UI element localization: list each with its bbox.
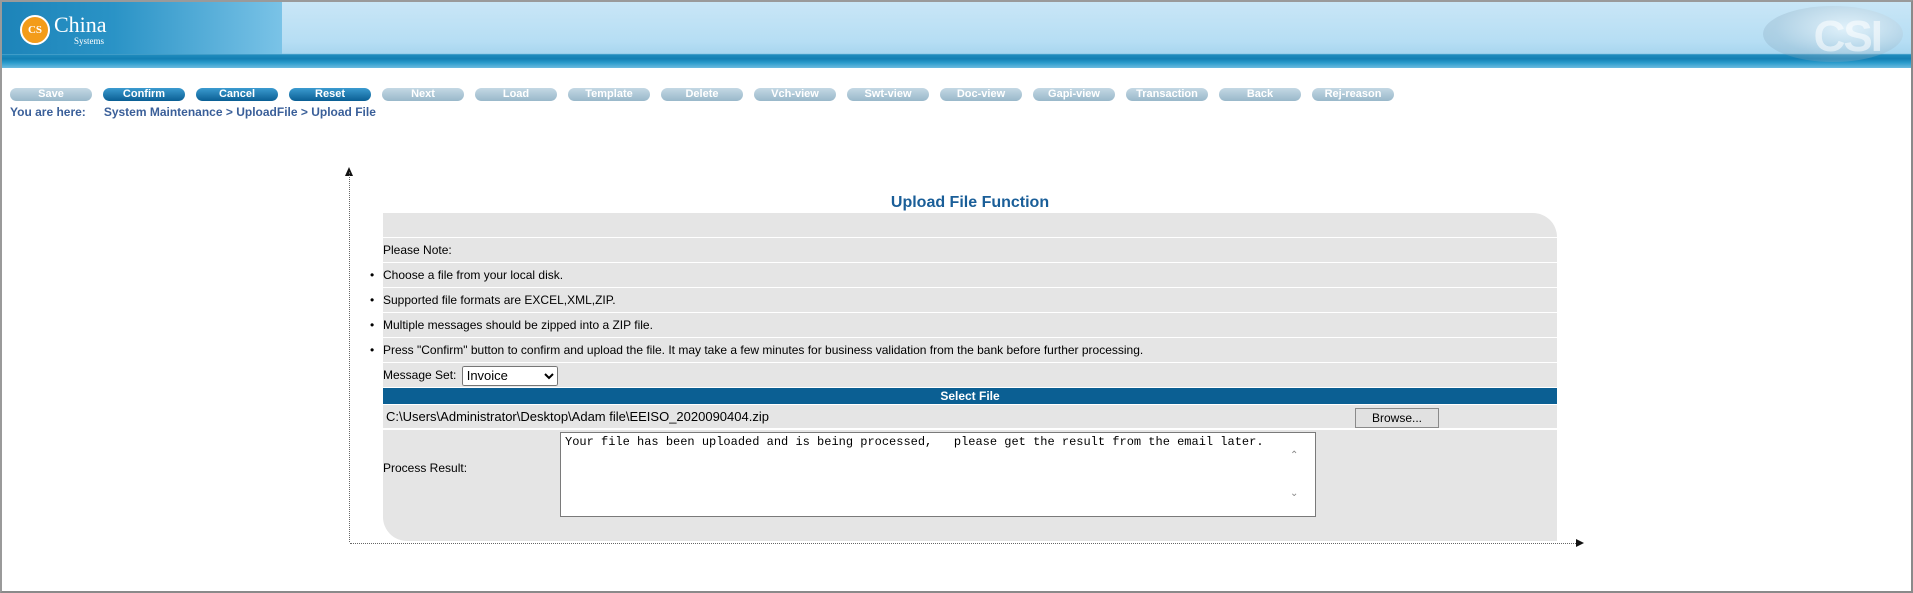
- template-button[interactable]: Template: [568, 88, 650, 101]
- process-result-label: Process Result:: [383, 461, 468, 475]
- panel-top-row: [383, 213, 1557, 237]
- breadcrumb: You are here: System Maintenance > Upload…: [10, 105, 380, 119]
- transaction-button[interactable]: Transaction: [1126, 88, 1208, 101]
- note-row: Multiple messages should be zipped into …: [383, 313, 1557, 337]
- vertical-dotted-guide: [349, 172, 350, 542]
- breadcrumb-prefix: You are here:: [10, 105, 86, 119]
- process-result-row: Process Result: Your file has been uploa…: [383, 430, 1557, 517]
- swt-view-button[interactable]: Swt-view: [847, 88, 929, 101]
- message-set-row: Message Set: Invoice: [383, 363, 1557, 387]
- process-result-textarea[interactable]: Your file has been uploaded and is being…: [560, 432, 1316, 517]
- bullet-icon: •: [370, 318, 375, 332]
- file-path-field[interactable]: C:\Users\Administrator\Desktop\Adam file…: [386, 405, 769, 428]
- reset-button[interactable]: Reset: [289, 88, 371, 101]
- note-row: Press "Confirm" button to confirm and up…: [383, 338, 1557, 362]
- horizontal-dotted-guide: [350, 543, 1578, 544]
- gapi-view-button[interactable]: Gapi-view: [1033, 88, 1115, 101]
- note-text: Multiple messages should be zipped into …: [383, 318, 653, 332]
- note-label-row: Please Note:: [383, 238, 1557, 262]
- scroll-up-icon[interactable]: ⌃: [1290, 444, 1298, 468]
- rej-reason-button[interactable]: Rej-reason: [1312, 88, 1394, 101]
- load-button[interactable]: Load: [475, 88, 557, 101]
- right-arrow-icon: [1576, 539, 1584, 547]
- page-title: Upload File Function: [890, 194, 1050, 211]
- message-set-select[interactable]: Invoice: [461, 365, 558, 386]
- scroll-down-icon[interactable]: ⌄: [1290, 482, 1298, 506]
- toolbar: Save Confirm Cancel Reset Next Load Template De…: [10, 88, 1394, 101]
- save-button[interactable]: Save: [10, 88, 92, 101]
- back-button[interactable]: Back: [1219, 88, 1301, 101]
- select-file-header: Select File: [383, 388, 1557, 404]
- breadcrumb-path[interactable]: System Maintenance > UploadFile > Upload…: [104, 105, 376, 119]
- panel-bottom: [383, 517, 1557, 541]
- doc-view-button[interactable]: Doc-view: [940, 88, 1022, 101]
- note-row: Supported file formats are EXCEL,XML,ZIP…: [383, 288, 1557, 312]
- note-text: Supported file formats are EXCEL,XML,ZIP…: [383, 293, 616, 307]
- message-set-label: Message Set:: [383, 368, 457, 382]
- delete-button[interactable]: Delete: [661, 88, 743, 101]
- vch-view-button[interactable]: Vch-view: [754, 88, 836, 101]
- note-text: Choose a file from your local disk.: [383, 268, 564, 282]
- watermark-text: CSI: [1813, 12, 1883, 61]
- note-text: Press "Confirm" button to confirm and up…: [383, 343, 1144, 357]
- logo-subtitle: Systems: [74, 36, 105, 46]
- logo: CS China Systems: [20, 10, 107, 50]
- note-row: Choose a file from your local disk.: [383, 263, 1557, 287]
- header-banner: CS China Systems CSI: [2, 2, 1911, 68]
- logo-title: China: [54, 12, 107, 37]
- logo-mark-icon: CS: [20, 15, 50, 45]
- cancel-button[interactable]: Cancel: [196, 88, 278, 101]
- note-label: Please Note:: [383, 243, 452, 257]
- bullet-icon: •: [370, 268, 375, 282]
- file-row: C:\Users\Administrator\Desktop\Adam file…: [383, 405, 1557, 428]
- next-button[interactable]: Next: [382, 88, 464, 101]
- bullet-icon: •: [370, 293, 375, 307]
- browse-button[interactable]: Browse...: [1355, 408, 1439, 428]
- bullet-icon: •: [370, 343, 375, 357]
- confirm-button[interactable]: Confirm: [103, 88, 185, 101]
